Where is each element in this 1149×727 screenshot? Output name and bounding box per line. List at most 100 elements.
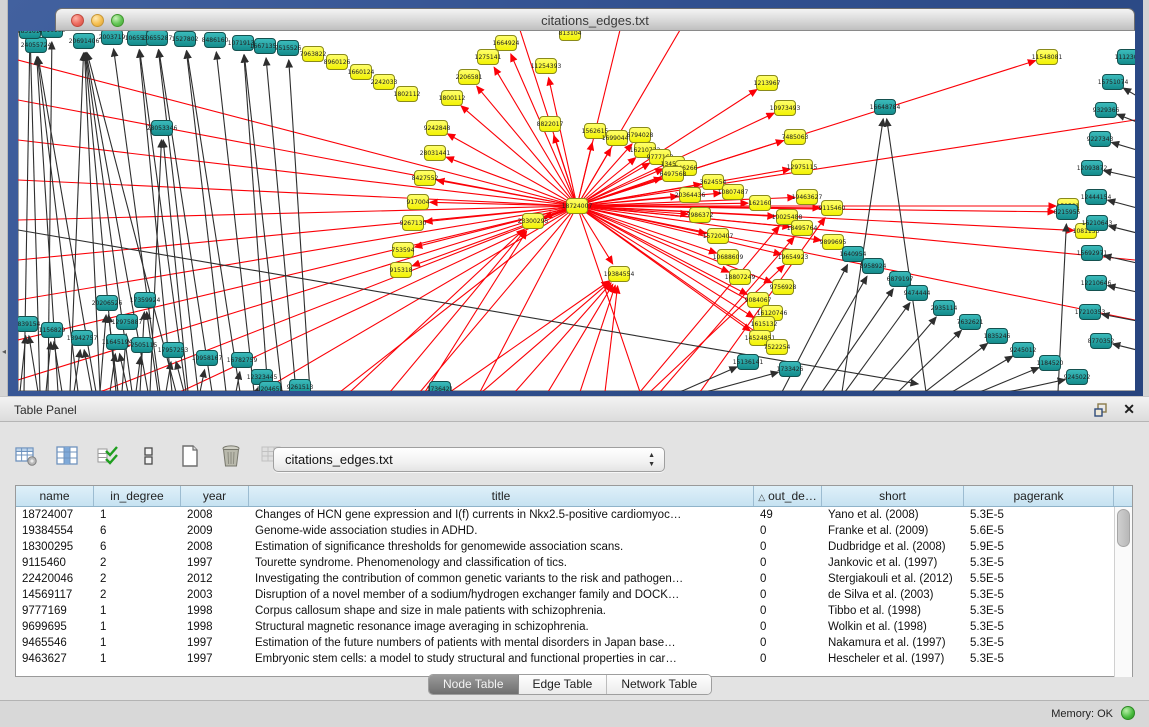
network-node[interactable]: 7632621: [957, 315, 984, 330]
network-node[interactable]: 12505115: [127, 338, 158, 353]
network-node[interactable]: 28031441: [420, 146, 451, 161]
table-cell[interactable]: Estimation of the future numbers of pati…: [249, 635, 754, 651]
table-mode-icon[interactable]: [12, 442, 40, 470]
network-node[interactable]: 8427552: [412, 171, 439, 186]
network-edge[interactable]: [216, 52, 254, 391]
network-node[interactable]: 1156829: [39, 323, 66, 338]
table-cell[interactable]: 5.6E-5: [964, 523, 1114, 539]
network-node[interactable]: 7522254: [764, 340, 791, 355]
network-node[interactable]: 7986372: [687, 208, 714, 223]
table-cell[interactable]: 2: [94, 571, 181, 587]
network-node[interactable]: 11548081: [1032, 50, 1063, 65]
network-edge[interactable]: [577, 31, 620, 206]
network-node[interactable]: 9242848: [424, 121, 451, 136]
network-edge[interactable]: [48, 42, 52, 391]
network-edge[interactable]: [477, 86, 577, 206]
table-cell[interactable]: Dudbridge et al. (2008): [822, 539, 964, 555]
network-node[interactable]: 8958924: [860, 259, 887, 274]
scrollbar-thumb[interactable]: [1117, 509, 1130, 547]
network-node[interactable]: 9474444: [904, 286, 931, 301]
network-node[interactable]: 6879197: [887, 272, 914, 287]
table-row[interactable]: 946554611997Estimation of the future num…: [16, 635, 1132, 651]
network-edge[interactable]: [244, 55, 268, 391]
show-column-icon[interactable]: [53, 442, 81, 470]
network-node[interactable]: 9115460: [819, 201, 846, 216]
network-node[interactable]: 1733426: [777, 362, 804, 377]
table-cell[interactable]: Jankovic et al. (1997): [822, 555, 964, 571]
table-cell[interactable]: 0: [754, 619, 822, 635]
table-cell[interactable]: 1997: [181, 651, 249, 667]
network-table-selector[interactable]: citations_edges.txt ▲▼: [273, 447, 665, 472]
network-edge[interactable]: [872, 317, 936, 391]
table-cell[interactable]: 1: [94, 603, 181, 619]
table-cell[interactable]: Stergiakouli et al. (2012): [822, 571, 964, 587]
network-edge[interactable]: [680, 367, 737, 391]
table-cell[interactable]: Structural magnetic resonance image aver…: [249, 619, 754, 635]
network-node[interactable]: 1835246: [984, 329, 1011, 344]
network-node[interactable]: 1213967: [754, 76, 781, 91]
table-cell[interactable]: 6: [94, 539, 181, 555]
network-node[interactable]: 162160: [749, 196, 772, 211]
network-node[interactable]: 8486160: [202, 33, 229, 48]
network-node[interactable]: 17957253: [158, 343, 189, 358]
table-cell[interactable]: Estimation of significance thresholds fo…: [249, 539, 754, 555]
table-cell[interactable]: 0: [754, 651, 822, 667]
network-node[interactable]: 7515526: [275, 41, 302, 56]
close-panel-icon[interactable]: ✕: [1123, 401, 1135, 418]
network-edge[interactable]: [887, 119, 926, 391]
network-node[interactable]: 1112304: [1115, 50, 1135, 65]
tab-network-table[interactable]: Network Table: [607, 675, 711, 694]
network-edge[interactable]: [549, 78, 577, 206]
network-node[interactable]: 2016193: [39, 31, 66, 38]
table-cell[interactable]: 18724007: [16, 507, 94, 523]
network-node[interactable]: 24055724: [21, 38, 52, 53]
network-edge[interactable]: [952, 356, 1013, 391]
table-row[interactable]: 969969511998Structural magnetic resonanc…: [16, 619, 1132, 635]
network-node[interactable]: 12975115: [787, 160, 818, 175]
table-cell[interactable]: 14569117: [16, 587, 94, 603]
network-node[interactable]: 753594: [392, 243, 415, 258]
table-cell[interactable]: 5.3E-5: [964, 635, 1114, 651]
column-header-in-degree[interactable]: in_degree: [94, 486, 181, 506]
table-cell[interactable]: 19384554: [16, 523, 94, 539]
table-cell[interactable]: 9777169: [16, 603, 94, 619]
network-node[interactable]: 19384554: [604, 267, 635, 282]
table-row[interactable]: 946362711997Embryonic stem cells: a mode…: [16, 651, 1132, 667]
table-cell[interactable]: 22420046: [16, 571, 94, 587]
table-row[interactable]: 1456911722003Disruption of a novel membe…: [16, 587, 1132, 603]
column-header-out-de-[interactable]: △out_de…: [754, 486, 822, 506]
table-cell[interactable]: Disruption of a novel member of a sodium…: [249, 587, 754, 603]
network-edge[interactable]: [84, 350, 92, 391]
network-node[interactable]: 1527802: [172, 32, 199, 47]
network-edge[interactable]: [925, 343, 988, 391]
network-edge[interactable]: [30, 43, 40, 391]
network-node[interactable]: 1736421: [427, 382, 454, 392]
network-edge[interactable]: [1112, 142, 1135, 150]
network-node[interactable]: 8770352: [1088, 334, 1115, 349]
table-cell[interactable]: 18300295: [16, 539, 94, 555]
network-node[interactable]: 12210646: [1081, 276, 1112, 291]
network-node[interactable]: 1204651: [257, 382, 284, 392]
network-node[interactable]: 2003719: [99, 31, 126, 45]
network-node[interactable]: 915318: [390, 263, 413, 278]
column-header-name[interactable]: name: [16, 486, 94, 506]
network-edge[interactable]: [18, 206, 577, 340]
table-cell[interactable]: 5.3E-5: [964, 603, 1114, 619]
table-cell[interactable]: 1997: [181, 635, 249, 651]
network-node[interactable]: 12975887: [112, 315, 143, 330]
network-edge[interactable]: [18, 206, 577, 300]
network-node[interactable]: 15692971: [1077, 246, 1108, 261]
network-edge[interactable]: [187, 51, 240, 391]
table-cell[interactable]: Wolkin et al. (1998): [822, 619, 964, 635]
network-node[interactable]: 16210643: [1082, 216, 1113, 231]
table-cell[interactable]: 2003: [181, 587, 249, 603]
network-window-titlebar[interactable]: citations_edges.txt: [55, 8, 1135, 31]
network-edge[interactable]: [1008, 380, 1065, 391]
network-node[interactable]: 23300295: [518, 214, 549, 229]
table-cell[interactable]: 9115460: [16, 555, 94, 571]
column-header-year[interactable]: year: [181, 486, 249, 506]
table-cell[interactable]: Tibbo et al. (1998): [822, 603, 964, 619]
table-cell[interactable]: 5.9E-5: [964, 539, 1114, 555]
table-row[interactable]: 1830029562008Estimation of significance …: [16, 539, 1132, 555]
table-cell[interactable]: Yano et al. (2008): [822, 507, 964, 523]
